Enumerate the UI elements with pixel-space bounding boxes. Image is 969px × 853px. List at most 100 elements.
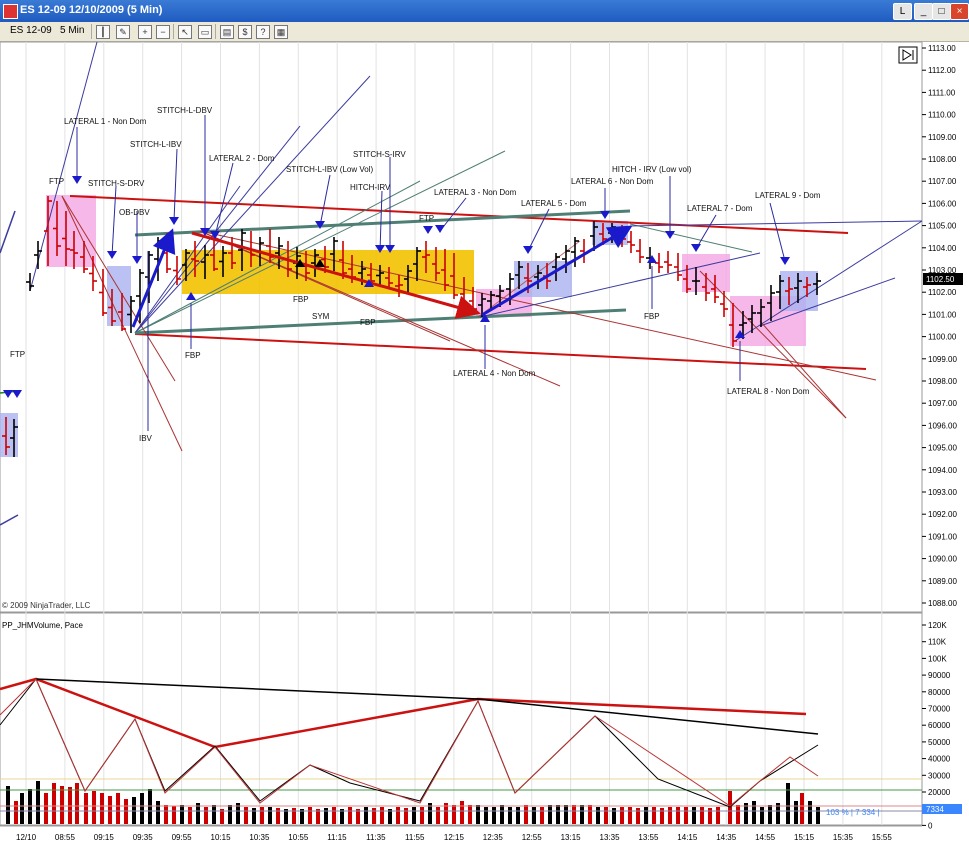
volume-bar	[92, 791, 96, 824]
volume-bar	[604, 807, 608, 824]
volume-bar	[404, 808, 408, 824]
label-sym: SYM	[312, 312, 330, 321]
price-tick-label: 1088.00	[928, 599, 957, 608]
data-box-icon[interactable]: ▤	[220, 25, 234, 39]
zoom-in-icon[interactable]: +	[138, 25, 152, 39]
time-tick-label: 13:35	[600, 833, 621, 842]
grid-icon[interactable]: ▦	[274, 25, 288, 39]
volume-bar	[228, 805, 232, 824]
help-icon[interactable]: ?	[256, 25, 270, 39]
volume-tick-label: 0	[928, 821, 933, 830]
volume-bar	[800, 793, 804, 824]
label-fbp: FBP	[360, 318, 376, 327]
volume-bar	[794, 801, 798, 824]
volume-bar	[628, 807, 632, 824]
price-tick-label: 1090.00	[928, 555, 957, 564]
price-chart[interactable]: LATERAL 1 - Non Dom STITCH-L-DBV STITCH-…	[0, 41, 969, 850]
time-tick-label: 09:55	[172, 833, 193, 842]
price-tick-label: 1093.00	[928, 488, 957, 497]
price-tick-label: 1091.00	[928, 532, 957, 541]
volume-bar	[556, 805, 560, 824]
price-tick-label: 1089.00	[928, 577, 957, 586]
label-lateral-6: LATERAL 6 - Non Dom	[571, 177, 654, 186]
volume-bar	[44, 793, 48, 824]
label-stitch-l-ibv: STITCH-L-IBV	[130, 140, 182, 149]
lateral-box-blue	[0, 413, 18, 457]
volume-bar	[412, 807, 416, 824]
volume-bar	[260, 807, 264, 824]
volume-bar	[548, 805, 552, 824]
time-tick-label: 15:55	[872, 833, 893, 842]
volume-bar	[14, 801, 18, 824]
time-tick-label: 10:55	[288, 833, 309, 842]
volume-bar	[816, 807, 820, 824]
close-button[interactable]: ×	[950, 3, 969, 20]
volume-tick-label: 120K	[928, 621, 947, 630]
label-lateral-9: LATERAL 9 - Dom	[755, 191, 821, 200]
volume-bar	[716, 807, 720, 824]
bar-type-icon[interactable]: ┃	[96, 25, 110, 39]
volume-bar	[612, 808, 616, 824]
label-ftp: FTP	[419, 214, 434, 223]
price-tick-label: 1099.00	[928, 355, 957, 364]
volume-bar	[676, 807, 680, 824]
price-tick-label: 1104.00	[928, 244, 957, 253]
volume-bar	[508, 807, 512, 824]
scroll-right-icon[interactable]	[898, 46, 918, 64]
label-stitch-s-drv: STITCH-S-DRV	[88, 179, 145, 188]
volume-bar	[420, 807, 424, 824]
interval-selector[interactable]: 5 Min	[60, 24, 84, 38]
volume-bar	[108, 796, 112, 824]
volume-bar	[588, 805, 592, 824]
instrument-selector[interactable]: ES 12-09	[10, 24, 52, 38]
volume-bar	[736, 805, 740, 824]
indicator-label: PP_JHMVolume, Pace	[2, 621, 83, 630]
volume-tick-label: 90000	[928, 671, 951, 680]
volume-bar	[204, 807, 208, 824]
price-tick-label: 1100.00	[928, 333, 957, 342]
pointer-icon[interactable]: ↖	[178, 25, 192, 39]
price-tick-label: 1108.00	[928, 155, 957, 164]
volume-bar	[60, 786, 64, 824]
time-tick-label: 12:55	[522, 833, 543, 842]
price-tick-label: 1097.00	[928, 399, 957, 408]
volume-bar	[760, 807, 764, 824]
zoom-out-icon[interactable]: −	[156, 25, 170, 39]
label-hitch-irv-low: HITCH - IRV (Low vol)	[612, 165, 692, 174]
volume-bar	[252, 808, 256, 824]
L-button[interactable]: L	[893, 3, 912, 20]
time-tick-label: 11:35	[366, 833, 386, 842]
volume-bar	[380, 807, 384, 824]
price-axis: 1113.00 1112.00 1111.00 1110.00 1109.00 1108.…	[922, 44, 957, 608]
maximize-button[interactable]: □	[932, 3, 951, 20]
volume-bar	[752, 801, 756, 824]
properties-icon[interactable]: ▭	[198, 25, 212, 39]
volume-bar	[668, 807, 672, 824]
chart-area[interactable]: LATERAL 1 - Non Dom STITCH-L-DBV STITCH-…	[0, 41, 969, 850]
price-tick-label: 1112.00	[928, 66, 956, 75]
volume-tick-label: 80000	[928, 688, 951, 697]
time-axis: 12/10 08:55 09:15 09:35 09:55 10:15 10:35 10:55…	[16, 833, 892, 842]
volume-bar	[75, 783, 79, 824]
chart-trader-icon[interactable]: $	[238, 25, 252, 39]
volume-bar	[808, 801, 812, 824]
price-tick-label: 1094.00	[928, 466, 957, 475]
price-tick-label: 1105.00	[928, 222, 957, 231]
current-volume: 7334	[926, 805, 944, 814]
volume-bar	[364, 807, 368, 824]
price-tick-label: 1110.00	[928, 111, 956, 120]
label-lateral-3: LATERAL 3 - Non Dom	[434, 188, 517, 197]
price-tick-label: 1101.00	[928, 310, 957, 319]
label-ob-dbv: OB-DBV	[119, 208, 150, 217]
pencil-icon[interactable]: ✎	[116, 25, 130, 39]
label-lateral-5: LATERAL 5 - Dom	[521, 199, 587, 208]
price-tick-label: 1107.00	[928, 177, 957, 186]
time-tick-label: 10:15	[211, 833, 232, 842]
time-tick-label: 13:55	[638, 833, 659, 842]
minimize-button[interactable]: _	[914, 3, 933, 20]
volume-bar	[324, 808, 328, 824]
volume-bar	[52, 783, 56, 824]
label-fbp: FBP	[644, 312, 660, 321]
volume-bar	[636, 808, 640, 824]
volume-bar	[768, 805, 772, 824]
